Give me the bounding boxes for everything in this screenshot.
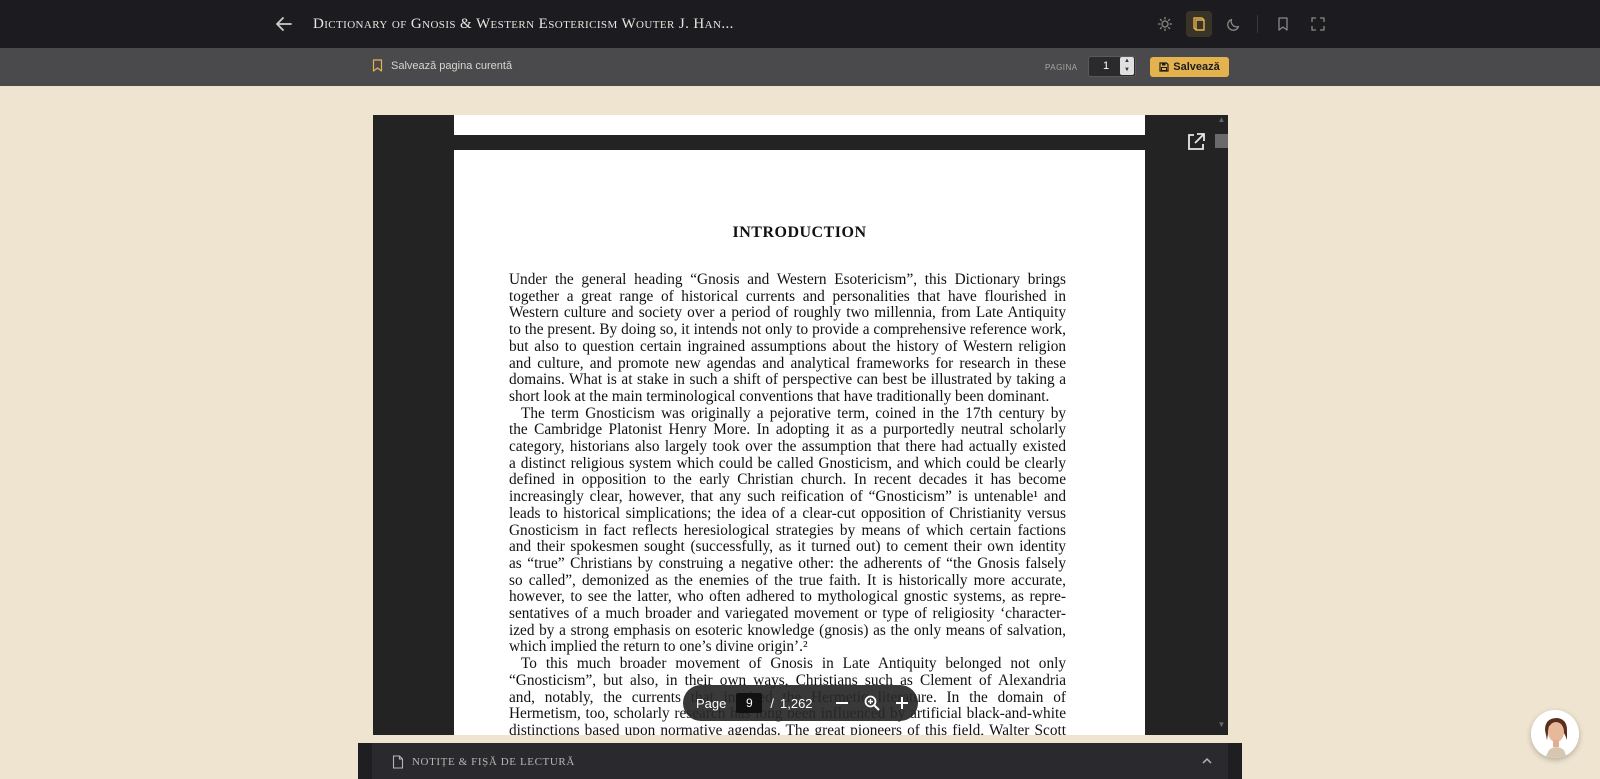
scroll-up-arrow-icon[interactable]: ▲	[1215, 115, 1228, 127]
notes-title-text: NOTIȚE & FIȘĂ DE LECTURĂ	[412, 756, 575, 768]
moon-icon	[1227, 18, 1240, 31]
document-icon	[392, 755, 404, 769]
notes-panel-title: NOTIȚE & FIȘĂ DE LECTURĂ	[392, 755, 575, 769]
page-label: Page	[696, 695, 727, 711]
text-line: category, historians also largely took o…	[509, 438, 1066, 456]
dark-theme-button[interactable]	[1221, 11, 1247, 37]
save-icon	[1159, 62, 1169, 72]
text-line: short look at the main terminological co…	[509, 387, 1050, 405]
pdf-viewer[interactable]: INTRODUCTION Under the general heading “…	[373, 115, 1228, 735]
fullscreen-button[interactable]	[1305, 11, 1331, 37]
text-line: Gnosticism in fact reflects heresiologic…	[509, 521, 1066, 539]
text-line: ized by a strong emphasis on esoteric kn…	[509, 621, 1066, 639]
page-number-stepper[interactable]: ▲ ▼	[1120, 57, 1134, 75]
bookmark-icon	[1278, 17, 1288, 31]
sepia-theme-button[interactable]	[1186, 11, 1212, 37]
fullscreen-icon	[1311, 17, 1325, 31]
current-page-input[interactable]: 9	[736, 693, 763, 713]
stepper-down-icon[interactable]: ▼	[1120, 66, 1134, 75]
body-text: Under the general heading “Gnosis and We…	[509, 271, 1066, 735]
text-line: and their spokesmen sought (successfully…	[509, 538, 1066, 556]
text-line: however, to see the latter, who often ad…	[509, 588, 1066, 606]
text-line: as “true” Christians by construing a neg…	[509, 554, 1066, 572]
notes-panel: NOTIȚE & FIȘĂ DE LECTURĂ	[358, 743, 1242, 779]
text-line: to the present. By doing so, it intends …	[509, 321, 1066, 339]
assistant-avatar-icon	[1531, 710, 1579, 758]
text-line: domains. What is at stake in such a shif…	[509, 371, 1066, 389]
zoom-icon	[864, 695, 880, 711]
section-heading: INTRODUCTION	[732, 224, 867, 241]
bookmark-icon	[372, 59, 383, 72]
text-line: a distinct religious system which could …	[509, 454, 1066, 472]
text-line: and culture, and promote new agendas and…	[509, 354, 1066, 372]
open-in-new-window-button[interactable]	[1185, 131, 1207, 153]
text-line: sentatives of a much broader and variega…	[509, 605, 1066, 623]
zoom-out-button[interactable]	[827, 688, 857, 718]
page-save-bar: Salvează pagina curentă PAGINA 1 ▲ ▼ Sal…	[0, 48, 1600, 86]
toolbar-divider	[1257, 15, 1258, 33]
text-line: leads to historical simplications; the i…	[509, 504, 1066, 522]
text-line: Under the general heading “Gnosis and We…	[509, 271, 1066, 288]
text-line: defined in opposition to the early Chris…	[509, 471, 1066, 489]
text-line: so called”, demonized as the enemies of …	[509, 571, 1066, 589]
notes-toggle-button[interactable]	[1199, 753, 1215, 769]
assistant-avatar-button[interactable]	[1531, 710, 1579, 758]
text-line: distinctions based upon normative agenda…	[509, 721, 1066, 735]
save-current-page-label: Salvează pagina curentă	[391, 59, 513, 72]
top-bar: Dictionary of Gnosis & Western Esoterici…	[0, 0, 1600, 48]
plus-icon	[895, 697, 908, 709]
minus-icon	[835, 702, 848, 704]
page-zoom-toolbar: Page 9 / 1,262	[683, 685, 918, 721]
zoom-reset-button[interactable]	[857, 688, 887, 718]
body-paragraph: The term Gnosticism was originally a pej…	[509, 404, 1066, 657]
chevron-up-icon	[1202, 757, 1212, 764]
zoom-in-button[interactable]	[887, 688, 917, 718]
text-line: together a great range of historical cur…	[509, 287, 1066, 305]
page-separator: /	[770, 695, 774, 711]
page-number-label: PAGINA	[1045, 63, 1078, 72]
document-page: INTRODUCTION Under the general heading “…	[454, 150, 1145, 735]
sun-icon	[1157, 16, 1173, 32]
text-line: increasingly clear, however, that any su…	[509, 488, 1066, 506]
text-line: To this much broader movement of Gnosis …	[521, 655, 1066, 673]
notes-panel-header[interactable]: NOTIȚE & FIȘĂ DE LECTURĂ	[372, 743, 1228, 779]
text-line: The term Gnosticism was originally a pej…	[521, 404, 1066, 422]
save-button-label: Salvează	[1173, 61, 1220, 73]
previous-page-edge	[454, 115, 1145, 135]
back-button[interactable]	[272, 12, 296, 36]
body-paragraph: Under the general heading “Gnosis and We…	[509, 271, 1066, 406]
total-pages: 1,262	[780, 695, 813, 711]
save-page-button[interactable]: Salvează	[1150, 57, 1229, 77]
text-line: the Cambridge Platonist Henry More. In a…	[509, 421, 1066, 439]
text-line: Western culture and society over a perio…	[509, 304, 1066, 322]
scrollbar-thumb[interactable]	[1215, 134, 1228, 148]
document-title: Dictionary of Gnosis & Western Esoterici…	[313, 16, 734, 32]
save-current-page-link[interactable]: Salvează pagina curentă	[372, 59, 512, 72]
back-arrow-icon	[276, 17, 292, 31]
external-link-icon	[1188, 133, 1205, 150]
text-line: but also to question certain ingrained a…	[509, 337, 1066, 355]
light-theme-button[interactable]	[1152, 11, 1178, 37]
scroll-down-arrow-icon[interactable]: ▼	[1215, 720, 1228, 732]
stepper-up-icon[interactable]: ▲	[1120, 57, 1134, 66]
book-icon	[1193, 17, 1205, 31]
bookmark-button[interactable]	[1270, 11, 1296, 37]
text-line: which implied the return to one’s divine…	[509, 638, 808, 656]
